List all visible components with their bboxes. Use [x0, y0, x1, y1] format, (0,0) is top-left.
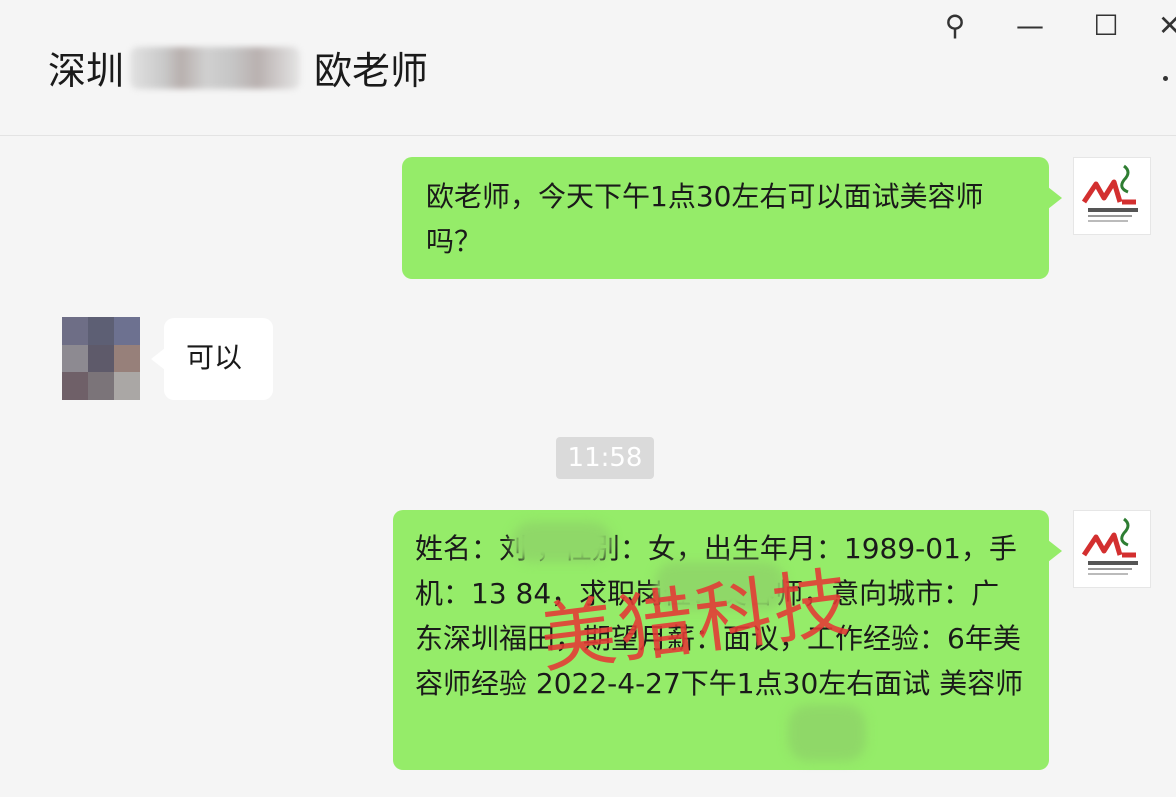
bubble-tail	[1048, 540, 1062, 562]
redacted-name-blur	[130, 46, 301, 89]
meilie-logo-icon	[1081, 517, 1138, 575]
chat-title-prefix: 深圳	[48, 49, 125, 93]
chat-header: 深圳 欧老师 ⚲ — ☐ ✕	[0, 0, 1176, 136]
bubble-tail	[1048, 187, 1062, 209]
pin-icon[interactable]: ⚲	[935, 6, 975, 46]
message-timestamp: 11:58	[556, 437, 654, 479]
message-text: 可以	[186, 341, 243, 374]
contact-avatar[interactable]	[62, 317, 140, 400]
self-avatar-logo-icon[interactable]	[1073, 510, 1151, 588]
more-options-icon[interactable]	[1163, 76, 1168, 81]
chat-title-name: 欧老师	[314, 49, 429, 93]
meilie-logo-icon	[1081, 164, 1138, 222]
close-icon[interactable]: ✕	[1158, 6, 1176, 46]
message-bubble-self[interactable]: 欧老师，今天下午1点30左右可以面试美容师吗？	[402, 157, 1062, 279]
redaction-blur-company	[788, 705, 866, 761]
self-avatar-logo-icon[interactable]	[1073, 157, 1151, 235]
maximize-icon[interactable]: ☐	[1086, 6, 1126, 46]
message-bubble-contact[interactable]: 可以	[151, 318, 273, 400]
message-text: 欧老师，今天下午1点30左右可以面试美容师吗？	[426, 180, 984, 258]
redaction-blur-name	[512, 522, 612, 562]
minimize-icon[interactable]: —	[1010, 6, 1050, 46]
chat-title: 深圳 欧老师	[48, 40, 428, 95]
bubble-tail	[151, 348, 165, 370]
